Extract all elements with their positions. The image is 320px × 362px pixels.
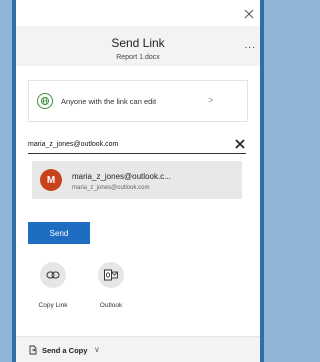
avatar: M (40, 169, 62, 191)
chevron-down-icon: ∨ (94, 345, 100, 354)
send-copy-button[interactable]: Send a Copy ∨ (16, 336, 260, 362)
suggestion-email: maria_z_jones@outlook.com (72, 185, 150, 191)
permission-label: Anyone with the link can edit (61, 97, 157, 106)
suggestion-name: maria_z_jones@outlook.c... (72, 172, 171, 181)
send-button[interactable]: Send (28, 222, 90, 244)
clear-icon[interactable] (234, 138, 246, 150)
recipient-input[interactable]: maria_z_jones@outlook.com (28, 137, 246, 154)
outlook-icon (98, 262, 124, 288)
globe-icon (37, 93, 53, 109)
copy-link-button[interactable]: Copy Link (30, 262, 76, 309)
send-copy-icon (29, 345, 37, 355)
copy-link-label: Copy Link (38, 302, 68, 309)
recipient-input-value: maria_z_jones@outlook.com (28, 141, 119, 148)
outlook-label: Outlook (99, 302, 123, 309)
outlook-button[interactable]: Outlook (88, 262, 134, 309)
file-name: Report 1.docx (116, 54, 160, 61)
window-frame: Send Link Report 1.docx ... Anyone with … (12, 0, 264, 362)
dialog-header: Send Link Report 1.docx ... (16, 26, 260, 66)
send-link-dialog: Send Link Report 1.docx ... Anyone with … (16, 0, 260, 362)
recipient-suggestion[interactable]: M maria_z_jones@outlook.c... maria_z_jon… (32, 161, 242, 199)
close-icon[interactable] (244, 9, 254, 19)
dialog-title: Send Link (111, 36, 165, 50)
more-options-button[interactable]: ... (245, 40, 256, 51)
chevron-right-icon: > (208, 95, 214, 105)
copy-link-icon (40, 262, 66, 288)
send-copy-label: Send a Copy (42, 346, 88, 355)
link-permission-button[interactable]: Anyone with the link can edit > (28, 80, 248, 122)
